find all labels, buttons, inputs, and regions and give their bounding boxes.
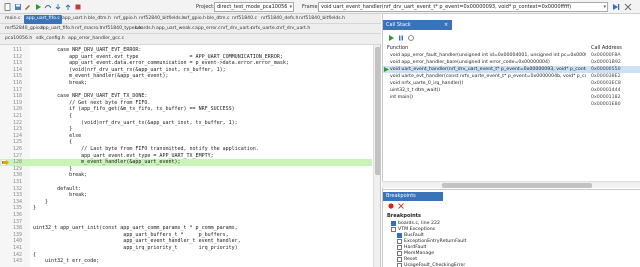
tab-file[interactable]: app_uart_weak.c: [154, 25, 197, 34]
step-out-icon[interactable]: [64, 3, 72, 11]
tab-file[interactable]: nrf_drv_uart.h: [276, 25, 312, 34]
project-label: Project:: [196, 4, 215, 10]
breakpoints-title-tab[interactable]: Breakpoints: [383, 192, 443, 201]
run-to-cursor-icon[interactable]: [612, 3, 620, 11]
breakpoints-header: Breakpoints: [387, 213, 422, 219]
call-stack-horizontal-scrollbar[interactable]: [382, 181, 640, 188]
go-icon[interactable]: [34, 3, 42, 11]
tab-file-active[interactable]: app_uart_fifo.c: [24, 15, 62, 24]
tab-file[interactable]: sdk_config.h: [34, 35, 67, 44]
call-stack-row[interactable]: void uart_event_handler(nrf_drv_uart_eve…: [383, 66, 640, 73]
chevron-down-icon: ▾: [603, 4, 606, 10]
tab-file[interactable]: nrf51840.c: [230, 15, 259, 24]
call-stack-panel: Call Stack × Function Call Address void …: [382, 14, 640, 189]
code-line[interactable]: 143 uint32_t err_code;: [0, 258, 372, 265]
breakpoint-checkbox[interactable]: [397, 251, 402, 256]
call-stack-row[interactable]: void app_error_fault_handler(unsigned in…: [383, 52, 640, 59]
call-stack-address: 0x00001182: [591, 95, 621, 100]
breakpoint-checkbox[interactable]: [397, 233, 402, 238]
tab-file[interactable]: ble_dtm.c: [205, 15, 232, 24]
settings-icon[interactable]: [407, 34, 415, 42]
call-stack-address: 0x00000F8A: [591, 53, 621, 58]
call-stack-function: void nrfx_uarte_0_irq_handler(): [390, 81, 464, 86]
new-file-icon[interactable]: [4, 3, 12, 11]
call-stack-row[interactable]: void app_error_handler_bare(unsigned int…: [383, 59, 640, 66]
main-toolbar: Project: direct_test_mode_pca10056 ▾ Fra…: [0, 0, 640, 14]
call-stack-row[interactable]: 0x00001E80: [383, 101, 640, 108]
tab-file[interactable]: nrf51840_bitfields.h: [297, 15, 347, 24]
current-line-arrow-icon: [3, 160, 9, 166]
tab-file[interactable]: nrf_gpio.h: [112, 15, 139, 24]
tab-file[interactable]: nrf51840_defs.h: [259, 15, 300, 24]
code-text: uint32_t err_code;: [33, 258, 100, 265]
call-stack-row[interactable]: int main() 0x00001182: [383, 94, 640, 101]
build-icon[interactable]: [24, 3, 32, 11]
editor-tab-row-3: pca10056.h sdk_config.h app_error_handle…: [0, 34, 381, 45]
go-icon[interactable]: [387, 34, 395, 42]
close-icon[interactable]: ×: [444, 20, 448, 30]
breakpoint-checkbox[interactable]: [397, 239, 402, 244]
tab-file[interactable]: nrf52840_bitfields.h: [137, 15, 187, 24]
call-stack-function: void app_error_handler_bare(unsigned int…: [390, 60, 550, 65]
call-stack-row[interactable]: void uarte_evt_handler(const nrfx_uarte_…: [383, 73, 640, 80]
call-stack-title-tab[interactable]: Call Stack ×: [383, 20, 452, 30]
column-header-call-address[interactable]: Call Address: [591, 45, 622, 52]
editor-vertical-scrollbar[interactable]: [373, 45, 380, 267]
call-stack-address: 0x00000550: [591, 67, 621, 72]
tab-file[interactable]: nrf_gpio.h: [181, 15, 208, 24]
pause-icon[interactable]: [397, 34, 405, 42]
editor-tab-row-1: main.c app_uart_fifo.c app_uart.h ble_dt…: [0, 14, 381, 24]
call-stack-address: 0x00001E80: [591, 102, 621, 107]
code-editor[interactable]: 111 case NRF_DRV_UART_EVT_ERROR: 112 app_…: [0, 45, 381, 267]
call-stack-row[interactable]: uint32_t_t dtm_wait() 0x00001444: [383, 87, 640, 94]
call-stack-function: void uarte_evt_handler(const nrfx_uarte_…: [390, 74, 586, 79]
call-stack-function: void app_error_fault_handler(unsigned in…: [390, 53, 586, 58]
stop-icon[interactable]: [74, 3, 82, 11]
frame-select[interactable]: void uart_event_handler(nrf_drv_uart_eve…: [318, 2, 608, 12]
tab-file[interactable]: app_error_handler_gcc.c: [66, 35, 126, 44]
column-header-function[interactable]: Function: [387, 45, 408, 52]
breakpoint-checkbox[interactable]: [391, 221, 396, 226]
tab-file[interactable]: ble_dtm.h: [86, 15, 113, 24]
call-stack-address: 0x00001B92: [591, 60, 621, 65]
frame-label: Frame:: [302, 4, 320, 10]
tab-file[interactable]: app_uart.h: [60, 15, 89, 24]
breakpoint-checkbox[interactable]: [391, 227, 396, 232]
scrollbar-thumb[interactable]: [442, 183, 592, 188]
call-stack-function: uint32_t_t dtm_wait(): [390, 88, 441, 93]
breakpoints-title: Breakpoints: [386, 193, 416, 199]
line-number: 143: [12, 258, 22, 265]
breakpoint-checkbox[interactable]: [397, 263, 402, 267]
breakpoints-panel: Breakpoints Breakpoints boards.c, line 2…: [382, 189, 640, 267]
breakpoint-checkbox[interactable]: [397, 257, 402, 262]
project-select[interactable]: direct_test_mode_pca10056 ▾: [214, 2, 294, 12]
call-stack-address: 0x000038E2: [591, 74, 621, 79]
call-stack-address: 0x00003EC8: [591, 81, 621, 86]
step-over-icon[interactable]: [44, 3, 52, 11]
call-stack-function: int main(): [390, 95, 413, 100]
editor-tab-row-2: mrf52840_gpio.h app_uart_fifo.h nrf_macr…: [0, 24, 381, 34]
call-stack-row[interactable]: void nrfx_uarte_0_irq_handler() 0x00003EC…: [383, 80, 640, 87]
call-stack-function: void uart_event_handler(nrf_drv_uart_eve…: [390, 67, 586, 72]
save-icon[interactable]: [14, 3, 22, 11]
step-into-icon[interactable]: [54, 3, 62, 11]
tab-file[interactable]: app_uart_fifo.h: [38, 25, 76, 34]
scrollbar-thumb[interactable]: [375, 47, 380, 175]
tab-file[interactable]: pca10056.h: [3, 35, 34, 44]
project-value: direct_test_mode_pca10056: [217, 4, 288, 10]
clear-icon[interactable]: [624, 3, 632, 11]
chevron-down-icon: ▾: [289, 4, 292, 10]
tab-file[interactable]: main.c: [3, 15, 22, 24]
frame-value: void uart_event_handler(nrf_drv_uart_eve…: [321, 4, 572, 10]
breakpoint-checkbox[interactable]: [397, 245, 402, 250]
delete-breakpoint-icon[interactable]: [397, 202, 405, 210]
add-breakpoint-icon[interactable]: [387, 202, 395, 210]
current-frame-arrow-icon: [384, 67, 389, 72]
breakpoint-label: UsageFault_CheckingError: [404, 263, 466, 267]
call-stack-title: Call Stack: [386, 22, 411, 28]
call-stack-address: 0x00001444: [591, 88, 621, 93]
